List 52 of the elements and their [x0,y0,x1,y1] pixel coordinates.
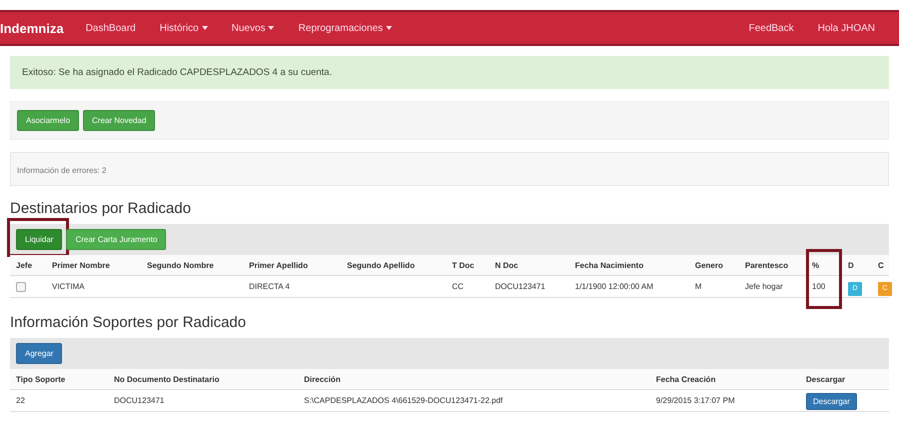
column-header: Segundo Apellido [346,260,416,272]
column-header: Tipo Soporte [15,374,66,386]
table-cell-text: VICTIMA [51,282,86,291]
nav-dropdown[interactable]: Nuevos [232,22,274,34]
download-button[interactable]: Descargar [806,393,857,410]
brand-logo[interactable]: Indemniza [0,20,64,36]
action-button[interactable]: Asociarmelo [17,110,80,131]
table-cell-text: DIRECTA 4 [248,282,291,291]
column-header: Descargar [805,374,846,386]
column-header: Fecha Nacimiento [574,260,644,272]
toolbar-button[interactable]: Crear Carta Juramento [66,229,166,250]
column-header: Fecha Creación [655,374,717,386]
column-header: Primer Apellido [248,260,309,272]
table-cell-text: 100 [811,282,826,291]
table-cell-text: M [694,282,703,291]
column-header: Segundo Nombre [146,260,215,272]
column-header: N Doc [494,260,520,272]
column-header: No Documento Destinatario [113,374,220,386]
column-header: D [847,260,855,272]
table-cell-text: S:\CAPDESPLAZADOS 4\661529-DOCU123471-22.pdf [303,396,504,405]
column-header: Primer Nombre [51,260,111,272]
column-header: % [806,255,842,275]
column-header: Dirección [303,374,342,386]
table-cell-text: DOCU123471 [113,396,166,405]
table-cell-text: DOCU123471 [494,282,546,291]
section-heading: Información Soportes por Radicado [10,314,247,331]
caret-icon [268,26,274,30]
errors-text: Información de errores: 2 [17,166,106,175]
toolbar-button[interactable]: Liquidar [16,229,62,250]
column-header: Jefe [15,260,34,272]
table-cell-text: 1/1/1900 12:00:00 AM [574,282,654,291]
success-alert: Exitoso: Se ha asignado el Radicado CAPDESPLAZADOS 4 a su cuenta. [10,56,889,89]
highlight-frame [806,249,842,309]
nav-link[interactable]: DashBoard [86,22,136,34]
nav-dropdown[interactable]: Histórico [160,22,208,34]
action-button[interactable]: Crear Novedad [83,110,156,131]
table-cell-text: Jefe hogar [744,282,784,291]
table-cell-text: 22 [15,396,26,405]
row-checkbox[interactable] [16,282,26,292]
caret-icon [202,26,208,30]
nav-link[interactable]: FeedBack [748,22,794,34]
column-header: C [877,260,885,272]
column-header: T Doc [451,260,476,272]
table-cell-text: CC [451,282,465,291]
column-header: Genero [694,260,724,272]
section-heading: Destinatarios por Radicado [10,200,192,217]
caret-icon [386,26,392,30]
column-header: Parentesco [744,260,790,272]
nav-dropdown[interactable]: Reprogramaciones [298,22,392,34]
table-cell-text: 9/29/2015 3:17:07 PM [655,396,736,405]
nav-link[interactable]: Hola JHOAN [818,22,875,34]
add-button[interactable]: Agregar [16,343,62,364]
